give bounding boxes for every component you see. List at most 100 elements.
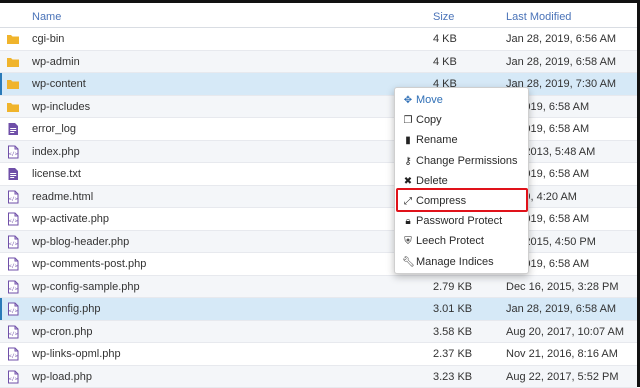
file-row[interactable]: </> wp-config.php 3.01 KB Jan 28, 2019, 6:5…: [0, 298, 637, 321]
code-file-icon: </>: [6, 280, 20, 294]
file-table-header: Name Size Last Modified: [0, 5, 637, 28]
svg-text:</>: </>: [9, 331, 18, 337]
file-name[interactable]: readme.html: [32, 191, 93, 203]
menu-item-label: Change Permissions: [416, 155, 518, 167]
menu-item-label: Manage Indices: [416, 256, 494, 268]
text-file-icon: [6, 122, 20, 136]
menu-item-label: Leech Protect: [416, 235, 484, 247]
file-row[interactable]: </>readme.html2019, 4:20 AM: [0, 186, 637, 209]
code-file-icon: </>: [6, 257, 20, 271]
svg-text:</>: </>: [9, 151, 18, 157]
svg-text:</>: </>: [9, 264, 18, 270]
svg-text:</>: </>: [9, 286, 18, 292]
text-file-icon: [6, 167, 20, 181]
wrench-icon: 🔧︎: [402, 254, 414, 272]
file-row[interactable]: wp-content4 KBJan 28, 2019, 7:30 AM: [0, 73, 637, 96]
file-row[interactable]: cgi-bin 4 KB Jan 28, 2019, 6:56 AM: [0, 28, 637, 51]
file-size: 3.01 KB: [433, 303, 472, 315]
file-row[interactable]: </> wp-links-opml.php 2.37 KB Nov 21, 2016,…: [0, 343, 637, 366]
file-row[interactable]: </>wp-activate.php8, 2019, 6:58 AM: [0, 208, 637, 231]
file-row[interactable]: wp-includes8, 2019, 6:58 AM: [0, 96, 637, 119]
key-icon: ⚷: [402, 153, 414, 171]
copy-icon: ❐: [402, 112, 414, 130]
rename-icon: ▮: [402, 132, 414, 150]
code-file-icon: </>: [6, 190, 20, 204]
column-header-last-modified[interactable]: Last Modified: [506, 11, 571, 23]
file-modified: Aug 20, 2017, 10:07 AM: [506, 326, 624, 338]
file-name[interactable]: wp-config.php: [32, 303, 101, 315]
menu-item-label: Password Protect: [416, 215, 502, 227]
file-row[interactable]: </>wp-blog-header.php19, 2015, 4:50 PM: [0, 231, 637, 254]
file-modified: Jan 28, 2019, 6:58 AM: [506, 303, 616, 315]
code-file-icon: </>: [6, 212, 20, 226]
menu-item-leech-protect[interactable]: ⛨Leech Protect: [402, 232, 484, 250]
file-size: 2.37 KB: [433, 348, 472, 360]
column-header-name[interactable]: Name: [32, 11, 61, 23]
file-size: 3.58 KB: [433, 326, 472, 338]
svg-text:</>: </>: [9, 241, 18, 247]
file-name[interactable]: cgi-bin: [32, 33, 64, 45]
svg-text:</>: </>: [9, 354, 18, 360]
file-modified: Aug 22, 2017, 5:52 PM: [506, 371, 619, 383]
code-file-icon: </>: [6, 145, 20, 159]
svg-text:</>: </>: [9, 309, 18, 315]
menu-item-label: Delete: [416, 175, 448, 187]
menu-item-change-permissions[interactable]: ⚷Change Permissions: [402, 152, 518, 170]
file-row[interactable]: license.txt8, 2019, 6:58 AM: [0, 163, 637, 186]
file-size: 3.23 KB: [433, 371, 472, 383]
folder-icon: [6, 77, 20, 91]
menu-item-password-protect[interactable]: 🔒︎Password Protect: [402, 212, 502, 230]
menu-item-label: Move: [416, 94, 443, 106]
menu-item-label: Copy: [416, 114, 442, 126]
context-menu: ✥Move❐Copy▮Rename⚷Change Permissions✖Del…: [394, 87, 529, 274]
shield-icon: ⛨: [402, 233, 414, 251]
top-edge-bar: [0, 0, 640, 3]
file-name[interactable]: wp-cron.php: [32, 326, 93, 338]
folder-icon: [6, 55, 20, 69]
file-name[interactable]: wp-activate.php: [32, 213, 109, 225]
code-file-icon: </>: [6, 370, 20, 384]
file-modified: Jan 28, 2019, 6:56 AM: [506, 33, 616, 45]
menu-item-manage-indices[interactable]: 🔧︎Manage Indices: [402, 253, 494, 271]
file-row[interactable]: </> wp-cron.php 3.58 KB Aug 20, 2017, 10:07…: [0, 321, 637, 344]
folder-icon: [6, 32, 20, 46]
file-size: 4 KB: [433, 56, 457, 68]
file-row[interactable]: error_log8, 2019, 6:58 AM: [0, 118, 637, 141]
menu-item-rename[interactable]: ▮Rename: [402, 131, 458, 149]
code-file-icon: </>: [6, 235, 20, 249]
file-modified: Nov 21, 2016, 8:16 AM: [506, 348, 618, 360]
file-name[interactable]: wp-blog-header.php: [32, 236, 129, 248]
file-row[interactable]: wp-admin 4 KB Jan 28, 2019, 6:58 AM: [0, 51, 637, 74]
svg-text:</>: </>: [9, 196, 18, 202]
file-name[interactable]: wp-config-sample.php: [32, 281, 140, 293]
code-file-icon: </>: [6, 325, 20, 339]
file-name[interactable]: wp-load.php: [32, 371, 92, 383]
code-file-icon: </>: [6, 302, 20, 316]
file-list: cgi-bin 4 KB Jan 28, 2019, 6:56 AM wp-admin…: [0, 28, 637, 388]
file-name[interactable]: license.txt: [32, 168, 81, 180]
file-name[interactable]: index.php: [32, 146, 80, 158]
file-name[interactable]: wp-content: [32, 78, 86, 90]
menu-item-label: Rename: [416, 134, 458, 146]
file-row[interactable]: </> wp-config-sample.php 2.79 KB Dec 16, 20…: [0, 276, 637, 299]
file-row[interactable]: </> wp-load.php 3.23 KB Aug 22, 2017, 5:52 …: [0, 366, 637, 388]
file-row[interactable]: </>wp-comments-post.php8, 2019, 6:58 AM: [0, 253, 637, 276]
file-name[interactable]: wp-links-opml.php: [32, 348, 121, 360]
file-modified: Jan 28, 2019, 6:58 AM: [506, 56, 616, 68]
file-size: 2.79 KB: [433, 281, 472, 293]
column-header-size[interactable]: Size: [433, 11, 454, 23]
svg-text:</>: </>: [9, 219, 18, 225]
folder-icon: [6, 100, 20, 114]
menu-item-copy[interactable]: ❐Copy: [402, 111, 442, 129]
file-row[interactable]: </>index.php25, 2013, 5:48 AM: [0, 141, 637, 164]
file-name[interactable]: wp-includes: [32, 101, 90, 113]
move-icon: ✥: [402, 92, 414, 110]
file-size: 4 KB: [433, 33, 457, 45]
file-name[interactable]: error_log: [32, 123, 76, 135]
svg-text:</>: </>: [9, 376, 18, 382]
file-name[interactable]: wp-comments-post.php: [32, 258, 146, 270]
compress-highlight-box: [396, 188, 528, 212]
menu-item-move[interactable]: ✥Move: [402, 91, 443, 109]
file-modified: Dec 16, 2015, 3:28 PM: [506, 281, 619, 293]
file-name[interactable]: wp-admin: [32, 56, 80, 68]
